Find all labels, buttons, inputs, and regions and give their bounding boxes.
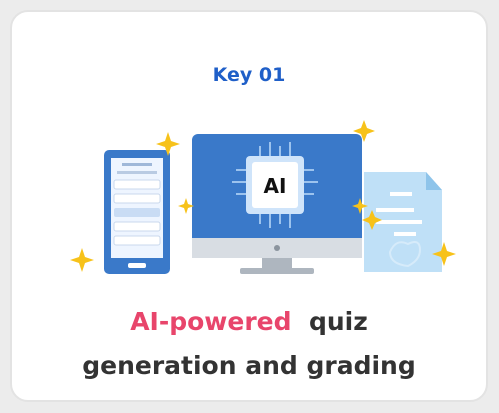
headline-rest: quiz: [308, 307, 368, 336]
headline-accent: AI-powered: [130, 307, 292, 336]
ai-chip-label: AI: [264, 174, 287, 198]
feature-card: Key 01 AI AI-powered quiz generation and…: [10, 10, 488, 402]
feature-headline: AI-powered quiz generation and grading: [12, 300, 486, 388]
ai-chip-icon: AI: [246, 156, 304, 214]
key-label: Key 01: [212, 64, 286, 86]
feature-illustration: AI: [70, 120, 456, 274]
headline-line2: generation and grading: [82, 351, 416, 380]
phone-icon: [104, 150, 170, 274]
